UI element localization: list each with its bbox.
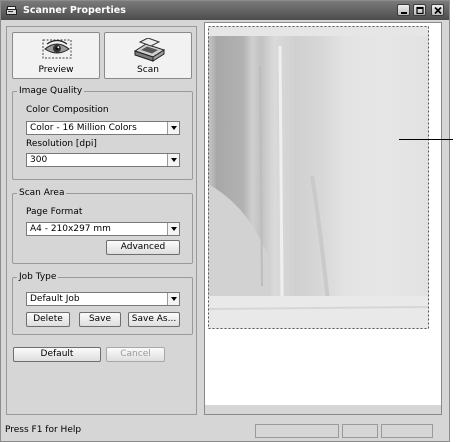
- chevron-down-icon[interactable]: [167, 293, 179, 305]
- preview-button[interactable]: Preview: [12, 32, 100, 79]
- cancel-button[interactable]: Cancel: [106, 347, 165, 362]
- delete-button[interactable]: Delete: [26, 312, 70, 327]
- color-composition-value: Color - 16 Million Colors: [30, 123, 137, 133]
- eye-preview-icon: [42, 39, 72, 59]
- chevron-down-icon[interactable]: [167, 122, 179, 134]
- scan-preview-image[interactable]: [208, 26, 429, 329]
- default-button[interactable]: Default: [13, 347, 101, 362]
- status-pane-1: [255, 424, 339, 438]
- page-format-value: A4 - 210x297 mm: [30, 224, 111, 234]
- status-help-text: Press F1 for Help: [5, 425, 82, 435]
- maximize-icon: [416, 6, 424, 15]
- preview-scroll-strip: [205, 405, 441, 414]
- window-title: Scanner Properties: [23, 5, 126, 16]
- preview-label: Preview: [38, 65, 74, 75]
- settings-panel: Preview Scan Image Quality Color Composi…: [6, 26, 197, 415]
- scan-area-group: Scan Area Page Format A4 - 210x297 mm Ad…: [12, 188, 193, 264]
- resolution-label: Resolution [dpi]: [26, 139, 97, 149]
- color-composition-label: Color Composition: [26, 105, 109, 115]
- chevron-down-icon[interactable]: [167, 223, 179, 235]
- scanner-icon: [6, 6, 17, 15]
- advanced-button[interactable]: Advanced: [106, 240, 180, 255]
- job-type-value: Default Job: [30, 294, 80, 304]
- maximize-button[interactable]: [413, 4, 426, 16]
- page-format-label: Page Format: [26, 207, 83, 217]
- close-icon: [434, 6, 442, 15]
- resolution-value: 300: [30, 155, 48, 165]
- scan-label: Scan: [137, 65, 159, 75]
- status-bar: Press F1 for Help: [1, 421, 449, 441]
- scanner-properties-window: Scanner Properties Preview Scan Image Qu…: [0, 0, 450, 442]
- save-button[interactable]: Save: [79, 312, 121, 327]
- job-type-title: Job Type: [17, 272, 59, 283]
- resolution-select[interactable]: 300: [26, 153, 180, 167]
- minimize-icon: [401, 12, 407, 14]
- status-pane-2: [342, 424, 378, 438]
- scan-button[interactable]: Scan: [104, 32, 192, 79]
- callout-line: [399, 139, 453, 140]
- page-format-select[interactable]: A4 - 210x297 mm: [26, 222, 180, 236]
- image-quality-title: Image Quality: [17, 86, 85, 97]
- scan-area-title: Scan Area: [17, 188, 67, 199]
- image-quality-group: Image Quality Color Composition Color - …: [12, 86, 193, 180]
- job-type-group: Job Type Default Job Delete Save Save As…: [12, 272, 193, 335]
- chevron-down-icon[interactable]: [167, 154, 179, 166]
- status-pane-3: [381, 424, 433, 438]
- color-composition-select[interactable]: Color - 16 Million Colors: [26, 121, 180, 135]
- scanner-device-icon: [133, 38, 166, 62]
- preview-area[interactable]: [204, 22, 442, 415]
- save-as-button[interactable]: Save As...: [128, 312, 180, 327]
- job-type-select[interactable]: Default Job: [26, 292, 180, 306]
- minimize-button[interactable]: [397, 4, 410, 16]
- title-bar[interactable]: Scanner Properties: [1, 1, 449, 20]
- close-button[interactable]: [431, 4, 444, 16]
